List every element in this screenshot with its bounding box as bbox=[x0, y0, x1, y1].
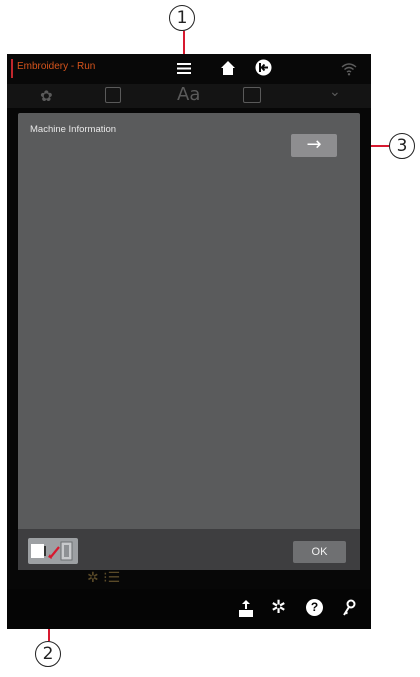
machine-update-icon bbox=[31, 541, 73, 561]
footer-icon-button[interactable] bbox=[28, 538, 78, 564]
wifi-icon bbox=[341, 61, 357, 76]
bottom-toolbar: ✲ ? bbox=[7, 589, 371, 629]
machine-information-dialog: Machine Information → OK bbox=[18, 113, 360, 570]
design-icon[interactable] bbox=[105, 87, 121, 103]
device-screen: Embroidery - Run ✿ Aa ⌄ ✲ ⁝☰ Machine Inf… bbox=[7, 54, 371, 629]
dialog-title: Machine Information bbox=[30, 124, 117, 135]
settings-icon[interactable]: ✲ bbox=[271, 597, 286, 618]
arrow-right-icon: → bbox=[306, 134, 322, 155]
help-icon[interactable]: ? bbox=[306, 599, 323, 616]
background-content: ✲ ⁝☰ bbox=[87, 570, 121, 586]
flower-icon[interactable]: ✿ bbox=[40, 87, 53, 105]
ok-button[interactable]: OK bbox=[293, 541, 346, 563]
return-icon[interactable] bbox=[255, 59, 272, 76]
top-bar: Embroidery - Run bbox=[7, 54, 371, 84]
home-icon[interactable] bbox=[220, 60, 236, 76]
key-icon[interactable] bbox=[342, 599, 356, 617]
menu-icon[interactable] bbox=[177, 60, 191, 76]
help-symbol: ? bbox=[310, 600, 319, 614]
dialog-footer: OK bbox=[18, 529, 360, 570]
mode-title: Embroidery - Run bbox=[17, 61, 96, 72]
callout-2: 2 bbox=[35, 641, 61, 667]
text-icon[interactable]: Aa bbox=[177, 84, 200, 105]
callout-3: 3 bbox=[389, 133, 415, 159]
export-icon[interactable] bbox=[238, 600, 254, 618]
next-arrow-button[interactable]: → bbox=[291, 134, 337, 157]
tab-row: ✿ Aa ⌄ bbox=[7, 84, 371, 108]
mode-accent-bar bbox=[11, 59, 13, 78]
edit-icon[interactable] bbox=[243, 87, 261, 103]
callout-1: 1 bbox=[169, 5, 195, 31]
chevron-down-icon[interactable]: ⌄ bbox=[329, 84, 341, 100]
